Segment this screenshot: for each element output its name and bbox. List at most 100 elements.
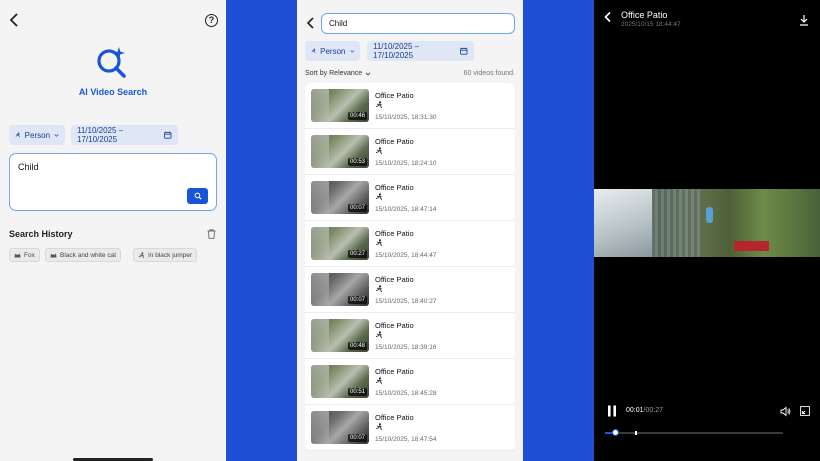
search-input[interactable]: Child bbox=[9, 153, 217, 211]
person-running-icon bbox=[375, 285, 383, 293]
result-duration: 00:07 bbox=[347, 434, 367, 442]
pause-icon[interactable] bbox=[607, 405, 617, 417]
result-thumbnail: 00:48 bbox=[311, 319, 369, 352]
person-running-icon bbox=[375, 331, 383, 339]
result-thumbnail: 00:07 bbox=[311, 273, 369, 306]
trash-icon[interactable] bbox=[207, 229, 216, 239]
result-time: 15/10/2025, 18:39:16 bbox=[375, 344, 437, 351]
video-scene-object bbox=[734, 241, 769, 251]
person-running-icon bbox=[375, 193, 383, 201]
result-title: Office Patio bbox=[375, 137, 414, 146]
help-icon[interactable]: ? bbox=[205, 14, 218, 27]
result-time: 15/10/2025, 18:24:10 bbox=[375, 160, 437, 167]
filter-object-chip[interactable]: Person bbox=[305, 41, 360, 61]
time-display: 00:01/00:27 bbox=[626, 407, 663, 414]
filter-date-label: 11/10/2025 – 17/10/2025 bbox=[373, 42, 420, 60]
video-scene-wall bbox=[594, 189, 652, 257]
search-button[interactable] bbox=[187, 188, 208, 204]
search-history-title: Search History bbox=[9, 229, 73, 239]
person-running-icon bbox=[311, 48, 316, 53]
results-list: 00:46 Office Patio 15/10/2025, 18:31:30 00:… bbox=[305, 83, 515, 451]
result-item[interactable]: 00:07 Office Patio 15/10/2025, 18:47:54 bbox=[305, 405, 515, 451]
history-chip-label: Fox bbox=[24, 251, 35, 259]
result-time: 15/10/2025, 18:40:27 bbox=[375, 298, 437, 305]
fullscreen-icon[interactable] bbox=[800, 406, 810, 416]
total-time: /00:27 bbox=[643, 407, 663, 414]
video-frame[interactable] bbox=[594, 189, 820, 257]
result-title: Office Patio bbox=[375, 91, 414, 100]
result-title: Office Patio bbox=[375, 367, 414, 376]
result-item[interactable]: 00:07 Office Patio 15/10/2025, 18:40:27 bbox=[305, 267, 515, 313]
filter-object-chip[interactable]: Person bbox=[9, 125, 65, 145]
player-screen: Office Patio 2025/10/15 18:44:47 00:01/0… bbox=[594, 0, 820, 461]
result-item[interactable]: 00:48 Office Patio 15/10/2025, 18:39:16 bbox=[305, 313, 515, 359]
ai-search-logo-icon bbox=[97, 47, 126, 78]
result-thumbnail: 00:27 bbox=[311, 227, 369, 260]
player-timestamp: 2025/10/15 18:44:47 bbox=[621, 21, 681, 28]
history-chip[interactable]: Fox bbox=[9, 248, 40, 262]
back-arrow-icon[interactable] bbox=[8, 12, 22, 28]
result-duration: 00:46 bbox=[347, 112, 367, 120]
history-chip-label: In black jumper bbox=[148, 251, 193, 259]
result-time: 15/10/2025, 18:44:47 bbox=[375, 252, 437, 259]
search-icon bbox=[194, 192, 202, 200]
sort-dropdown[interactable]: Sort by Relevance bbox=[305, 70, 371, 77]
search-query-text: Child bbox=[329, 19, 348, 28]
person-running-icon bbox=[138, 251, 145, 258]
person-running-icon bbox=[375, 101, 383, 109]
history-chip[interactable]: In black jumper bbox=[133, 248, 198, 262]
player-title: Office Patio bbox=[621, 10, 668, 20]
result-duration: 00:51 bbox=[347, 388, 367, 396]
result-item[interactable]: 00:51 Office Patio 15/10/2025, 18:45:28 bbox=[305, 359, 515, 405]
chevron-down-icon bbox=[54, 133, 59, 137]
result-item[interactable]: 00:27 Office Patio 15/10/2025, 18:44:47 bbox=[305, 221, 515, 267]
result-time: 15/10/2025, 18:47:54 bbox=[375, 436, 437, 443]
result-item[interactable]: 00:07 Office Patio 15/10/2025, 18:47:14 bbox=[305, 175, 515, 221]
animal-icon bbox=[14, 253, 21, 258]
person-running-icon bbox=[375, 239, 383, 247]
volume-icon[interactable] bbox=[780, 406, 791, 417]
search-input[interactable]: Child bbox=[321, 13, 515, 34]
result-duration: 00:27 bbox=[347, 250, 367, 258]
results-count: 60 videos found. bbox=[463, 70, 515, 77]
video-scene-child bbox=[706, 207, 713, 223]
result-time: 15/10/2025, 18:31:30 bbox=[375, 114, 437, 121]
result-duration: 00:07 bbox=[347, 204, 367, 212]
chevron-down-icon bbox=[349, 49, 354, 53]
app-root: ? AI Video Search Person 11/10/2025 – 17… bbox=[0, 0, 820, 461]
result-duration: 00:53 bbox=[347, 158, 367, 166]
result-item[interactable]: 00:53 Office Patio 15/10/2025, 18:24:10 bbox=[305, 129, 515, 175]
result-thumbnail: 00:46 bbox=[311, 89, 369, 122]
result-item[interactable]: 00:46 Office Patio 15/10/2025, 18:31:30 bbox=[305, 83, 515, 129]
animal-icon bbox=[50, 253, 57, 258]
calendar-icon bbox=[460, 47, 468, 55]
back-arrow-icon[interactable] bbox=[305, 16, 317, 30]
back-arrow-icon[interactable] bbox=[603, 11, 613, 23]
filter-date-label: 11/10/2025 – 17/10/2025 bbox=[77, 126, 124, 144]
filter-date-chip[interactable]: 11/10/2025 – 17/10/2025 bbox=[71, 125, 178, 145]
download-icon[interactable] bbox=[799, 14, 809, 26]
result-title: Office Patio bbox=[375, 413, 414, 422]
results-screen: Child Person 11/10/2025 – 17/10/2025 Sor… bbox=[297, 0, 523, 461]
result-thumbnail: 00:53 bbox=[311, 135, 369, 168]
player-controls: 00:01/00:27 bbox=[594, 402, 820, 422]
filter-object-label: Person bbox=[24, 130, 51, 140]
result-title: Office Patio bbox=[375, 275, 414, 284]
chevron-down-icon bbox=[365, 72, 371, 75]
result-thumbnail: 00:07 bbox=[311, 411, 369, 444]
progress-marker bbox=[635, 431, 637, 435]
result-thumbnail: 00:51 bbox=[311, 365, 369, 398]
history-chip[interactable]: Black and white cat bbox=[45, 248, 122, 262]
person-running-icon bbox=[375, 147, 383, 155]
video-scene-fence bbox=[652, 189, 702, 257]
history-chip-label: Black and white cat bbox=[60, 251, 117, 259]
result-time: 15/10/2025, 18:47:14 bbox=[375, 206, 437, 213]
filter-date-chip[interactable]: 11/10/2025 – 17/10/2025 bbox=[367, 41, 474, 61]
result-title: Office Patio bbox=[375, 183, 414, 192]
progress-slider[interactable] bbox=[605, 429, 783, 436]
result-thumbnail: 00:07 bbox=[311, 181, 369, 214]
filter-object-label: Person bbox=[320, 46, 346, 56]
search-screen: ? AI Video Search Person 11/10/2025 – 17… bbox=[0, 0, 226, 461]
progress-knob[interactable] bbox=[612, 429, 620, 436]
current-time: 00:01 bbox=[626, 407, 644, 414]
